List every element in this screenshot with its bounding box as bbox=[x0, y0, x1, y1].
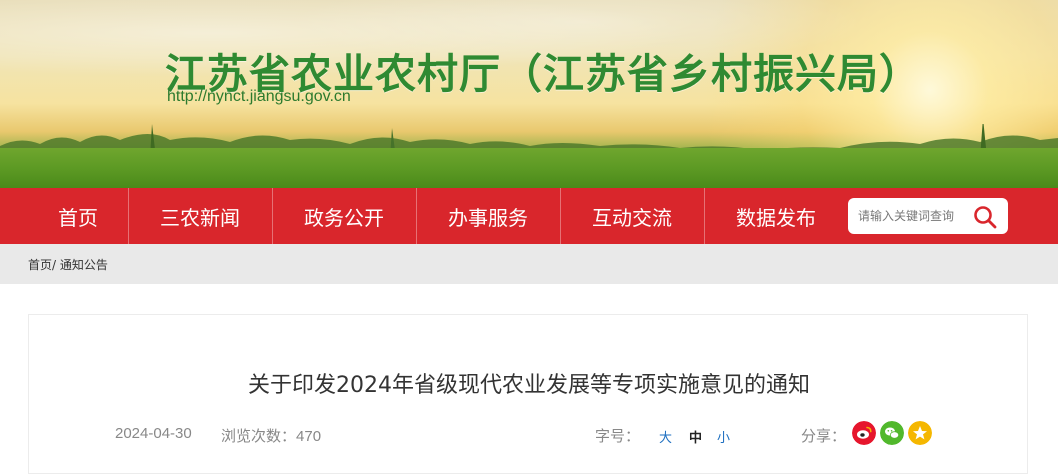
search-box bbox=[848, 198, 1008, 234]
nav-item-interaction[interactable]: 互动交流 bbox=[560, 188, 704, 244]
breadcrumb-home[interactable]: 首页 bbox=[28, 258, 52, 272]
view-count: 浏览次数：470 bbox=[221, 425, 321, 446]
breadcrumb-separator: / bbox=[52, 258, 57, 272]
wechat-icon[interactable] bbox=[880, 421, 904, 445]
view-count-label: 浏览次数： bbox=[221, 428, 297, 445]
view-count-value: 470 bbox=[296, 428, 322, 445]
breadcrumb-bar: 首页/ 通知公告 bbox=[0, 244, 1058, 284]
search-input[interactable] bbox=[858, 198, 968, 234]
share-label: 分享： bbox=[801, 428, 847, 445]
nav-item-gov-affairs[interactable]: 政务公开 bbox=[272, 188, 416, 244]
font-size-large[interactable]: 大 bbox=[659, 427, 672, 446]
nav-item-home[interactable]: 首页 bbox=[28, 188, 128, 244]
banner-field bbox=[0, 148, 1058, 188]
font-size-small[interactable]: 小 bbox=[717, 427, 730, 446]
nav-item-services[interactable]: 办事服务 bbox=[416, 188, 560, 244]
font-size-medium[interactable]: 中 bbox=[689, 427, 702, 446]
nav-item-news[interactable]: 三农新闻 bbox=[128, 188, 272, 244]
breadcrumb: 首页/ 通知公告 bbox=[28, 256, 108, 273]
qzone-icon[interactable] bbox=[908, 421, 932, 445]
weibo-icon[interactable] bbox=[852, 421, 876, 445]
publish-date: 2024-04-30 bbox=[115, 425, 192, 442]
font-size-label: 字号： bbox=[595, 428, 641, 445]
article-card: 关于印发2024年省级现代农业发展等专项实施意见的通知 2024-04-30 浏… bbox=[28, 314, 1028, 474]
site-banner: 江苏省农业农村厅（江苏省乡村振兴局） http://nynct.jiangsu.… bbox=[0, 0, 1058, 188]
article-title: 关于印发2024年省级现代农业发展等专项实施意见的通知 bbox=[248, 373, 810, 398]
main-nav: 首页 三农新闻 政务公开 办事服务 互动交流 数据发布 bbox=[0, 188, 1058, 244]
nav-item-data[interactable]: 数据发布 bbox=[704, 188, 848, 244]
search-icon[interactable] bbox=[972, 204, 998, 230]
breadcrumb-current[interactable]: 通知公告 bbox=[60, 258, 108, 272]
site-url[interactable]: http://nynct.jiangsu.gov.cn bbox=[167, 88, 351, 106]
